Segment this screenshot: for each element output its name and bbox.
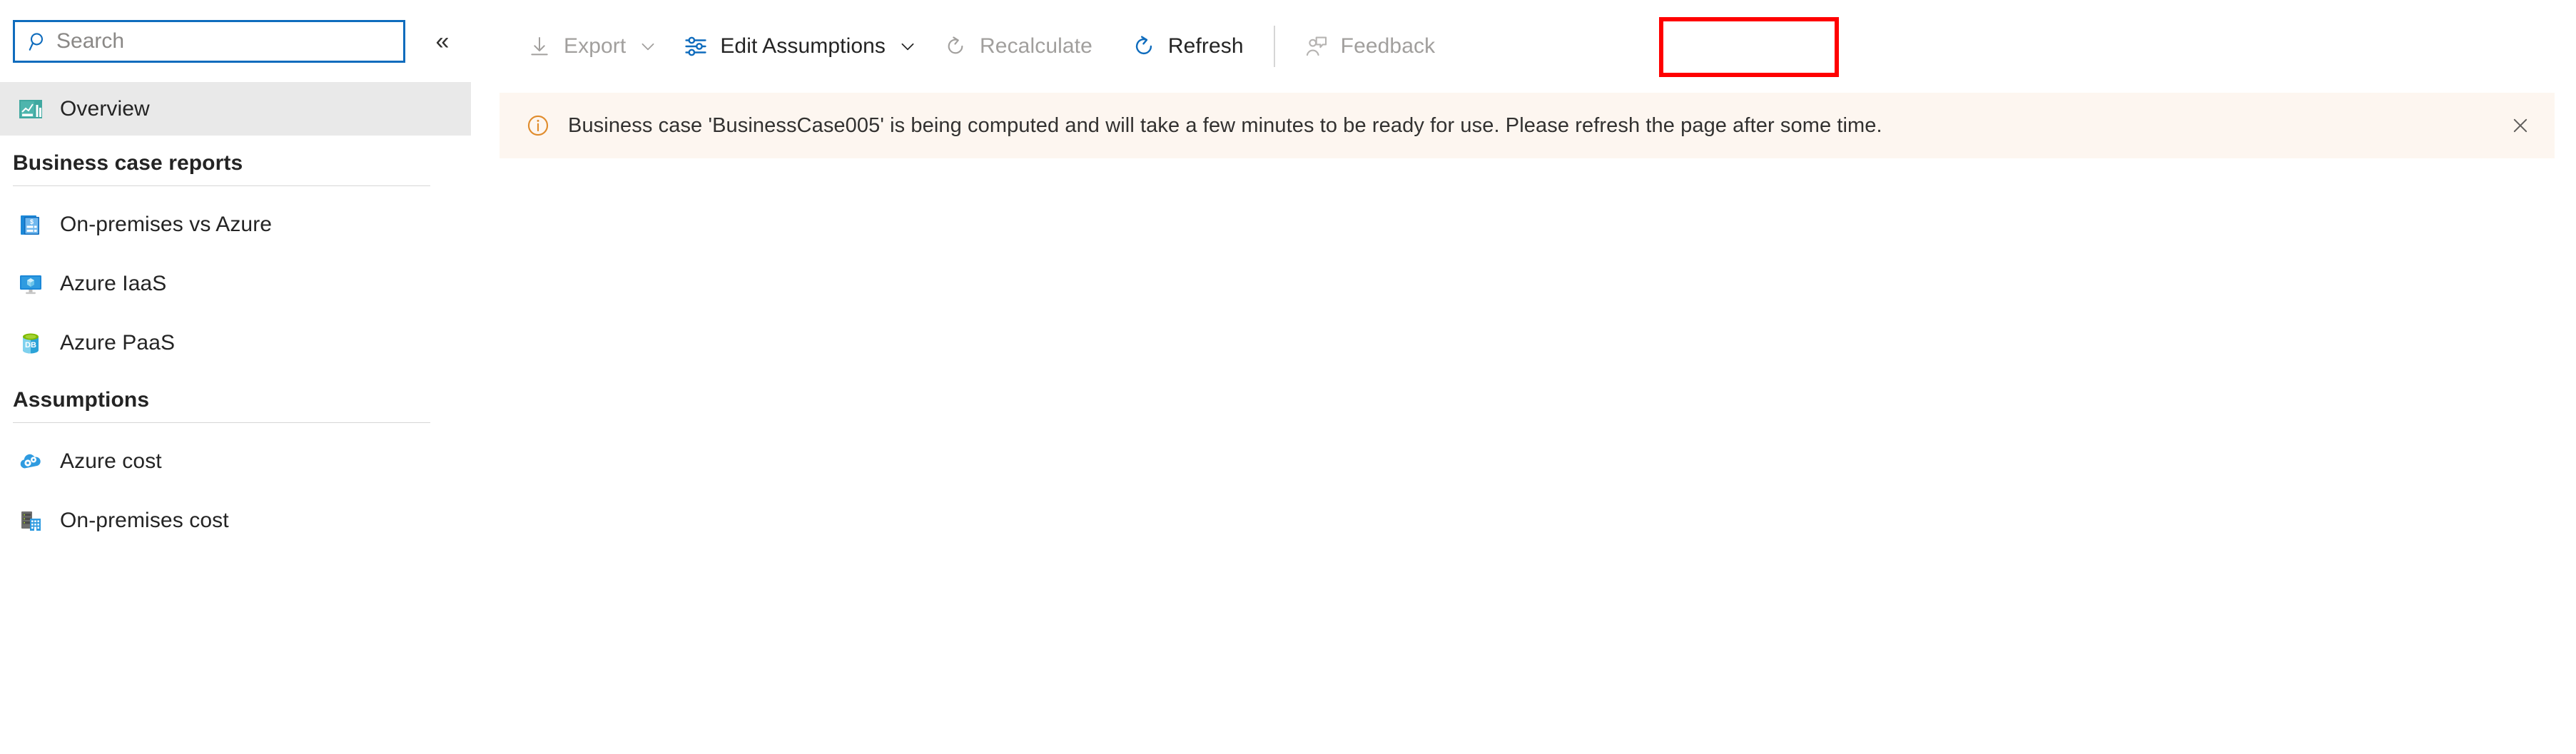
cloud-gears-icon (16, 447, 46, 477)
refresh-circle-arrow-icon (1130, 32, 1158, 61)
sliders-icon (681, 32, 710, 61)
sidebar-group-items: Azure cost On-premises cost (0, 432, 500, 550)
overview-chart-icon (16, 94, 46, 124)
collapse-sidebar-button[interactable]: « (425, 24, 460, 58)
info-message-bar: Business case 'BusinessCase005' is being… (500, 93, 2555, 158)
sidebar-item-label: On-premises vs Azure (60, 212, 273, 236)
sidebar-group-items: $ On-premises vs Azure Azure IaaS DB Azu… (0, 195, 500, 372)
info-circle-icon (524, 111, 552, 140)
sidebar-item-label: Azure PaaS (60, 330, 176, 355)
recalculate-button[interactable]: Recalculate (930, 21, 1104, 72)
sidebar-item-overview[interactable]: Overview (0, 82, 471, 136)
svg-text:DB: DB (25, 341, 36, 350)
virtual-machine-icon (16, 269, 46, 299)
sidebar-item-azure-paas[interactable]: DB Azure PaaS (0, 313, 471, 372)
chevron-double-left-icon: « (435, 27, 450, 55)
invoice-dollar-icon: $ (16, 210, 46, 240)
sidebar-group-header: Business case reports (13, 151, 243, 175)
sidebar-search-row: « (0, 0, 500, 82)
export-label: Export (564, 34, 627, 58)
chevron-down-icon (897, 36, 918, 57)
sidebar-item-label: Overview (60, 96, 150, 121)
search-icon (26, 29, 51, 54)
sidebar-group-assumptions: Assumptions Azure cost On-premises cost (0, 388, 500, 550)
refresh-highlight-annotation (1659, 17, 1839, 77)
feedback-label: Feedback (1340, 34, 1436, 58)
divider (13, 185, 430, 186)
sidebar-item-on-premises-cost[interactable]: On-premises cost (0, 491, 471, 550)
divider (13, 422, 430, 423)
chevron-down-icon (637, 36, 659, 57)
toolbar-divider (1273, 26, 1275, 67)
refresh-button[interactable]: Refresh (1118, 21, 1255, 72)
sidebar-group-header: Assumptions (13, 388, 150, 412)
business-case-page: « Overview Business case reports (0, 0, 2576, 754)
sidebar-group-business-case-reports: Business case reports $ On-premises vs A… (0, 151, 500, 372)
sidebar-item-azure-iaas[interactable]: Azure IaaS (0, 254, 471, 313)
server-building-icon (16, 506, 46, 536)
refresh-label: Refresh (1167, 34, 1244, 58)
person-feedback-icon (1302, 32, 1331, 61)
sidebar-item-label: Azure cost (60, 449, 162, 473)
search-input[interactable] (56, 29, 385, 54)
sidebar: « Overview Business case reports (0, 0, 500, 754)
edit-assumptions-label: Edit Assumptions (720, 34, 886, 58)
main-content: Export Edit Assumptions Recalculate Refr… (500, 0, 2576, 754)
database-icon: DB (16, 328, 46, 358)
edit-assumptions-button[interactable]: Edit Assumptions (670, 21, 930, 72)
svg-text:$: $ (30, 218, 34, 225)
sidebar-item-label: Azure IaaS (60, 271, 167, 295)
sidebar-item-on-premises-vs-azure[interactable]: $ On-premises vs Azure (0, 195, 471, 254)
recalculate-label: Recalculate (980, 34, 1092, 58)
command-bar: Export Edit Assumptions Recalculate Refr… (500, 0, 2576, 93)
report-content-placeholder (500, 158, 2576, 658)
download-arrow-icon (525, 32, 554, 61)
sidebar-item-azure-cost[interactable]: Azure cost (0, 432, 471, 491)
feedback-button[interactable]: Feedback (1291, 21, 1447, 72)
search-box[interactable] (13, 19, 405, 63)
sidebar-item-label: On-premises cost (60, 508, 229, 532)
export-button[interactable]: Export (514, 21, 670, 72)
info-message-text: Business case 'BusinessCase005' is being… (568, 113, 1882, 137)
recalculate-circle-arrow-icon (941, 32, 970, 61)
close-icon[interactable] (2502, 107, 2539, 144)
